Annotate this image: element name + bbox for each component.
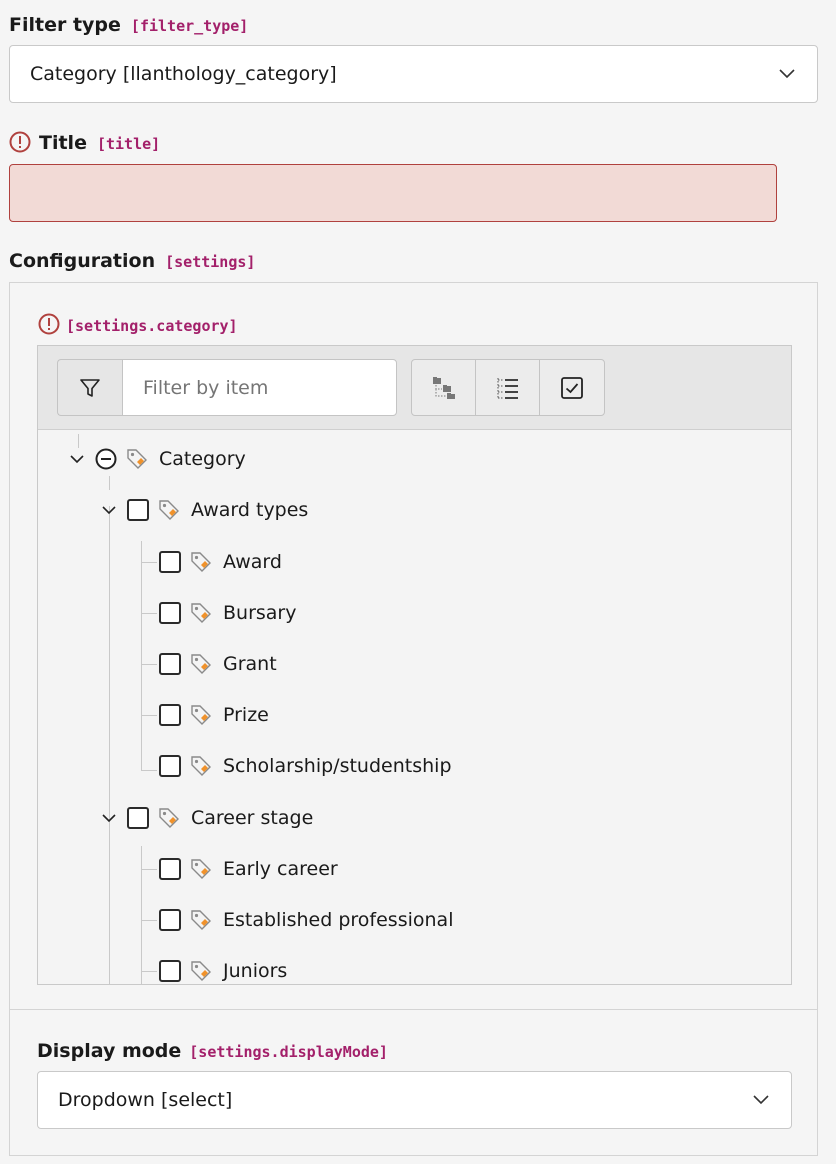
configuration-key: [settings] (165, 253, 256, 271)
display-mode-label: Display mode [settings.displayMode] (37, 1040, 388, 1062)
tree-node-scholarship[interactable]: Scholarship/studentship (159, 750, 452, 782)
chevron-down-icon (753, 1095, 769, 1105)
tree-node-early-career[interactable]: Early career (159, 853, 338, 885)
tree-checkbox[interactable] (159, 602, 181, 624)
tree-actions (411, 359, 605, 416)
tree-node-label: Bursary (223, 602, 297, 624)
title-input[interactable] (9, 164, 777, 222)
filter-type-value: Category [llanthology_category] (30, 63, 337, 85)
error-icon (9, 131, 31, 153)
tree-node-label: Early career (223, 858, 338, 880)
expand-collapse-icon (432, 376, 455, 399)
tree-checkbox[interactable] (159, 960, 181, 982)
tree-checkbox[interactable] (159, 653, 181, 675)
chevron-down-icon[interactable] (99, 500, 119, 520)
tree-checkbox[interactable] (159, 909, 181, 931)
chevron-down-icon[interactable] (67, 449, 87, 469)
filter-button[interactable] (57, 359, 122, 416)
tree-node-label: Category (159, 448, 246, 470)
tree-checkbox[interactable] (159, 755, 181, 777)
display-mode-key: [settings.displayMode] (189, 1043, 388, 1061)
tree-node-label: Award (223, 551, 282, 573)
list-tree-icon (497, 377, 518, 399)
tree-node-category[interactable]: Category (67, 443, 246, 475)
expand-collapse-button[interactable] (412, 360, 476, 415)
filter-input[interactable] (122, 359, 397, 416)
tree-node-label: Juniors (223, 960, 288, 982)
category-tree: Category Award types Award Bursary Grant (37, 345, 792, 985)
tree-checkbox[interactable] (159, 551, 181, 573)
tree-node-label: Prize (223, 704, 269, 726)
tree-toolbar (38, 346, 791, 430)
tag-icon (159, 500, 179, 520)
tag-icon (191, 603, 211, 623)
tree-node-label: Career stage (191, 807, 314, 829)
display-mode-value: Dropdown [select] (58, 1089, 233, 1111)
tag-icon (191, 552, 211, 572)
filter-type-key: [filter_type] (130, 17, 249, 35)
display-mode-select[interactable]: Dropdown [select] (37, 1071, 792, 1129)
filter-type-select[interactable]: Category [llanthology_category] (9, 45, 818, 103)
tree-node-award-types[interactable]: Award types (99, 494, 308, 526)
tree-checkbox[interactable] (159, 704, 181, 726)
list-tree-button[interactable] (476, 360, 540, 415)
tree-node-label: Award types (191, 499, 309, 521)
configuration-panel: [settings.category] Filter by item Categ… (9, 282, 818, 1156)
chevron-down-icon[interactable] (99, 808, 119, 828)
tree-node-grant[interactable]: Grant (159, 648, 277, 680)
tree-node-established-professional[interactable]: Established professional (159, 904, 453, 936)
configuration-label: Configuration [settings] (9, 250, 256, 272)
tag-icon (191, 756, 211, 776)
divider (10, 1009, 817, 1010)
tag-icon (191, 910, 211, 930)
tag-icon (191, 859, 211, 879)
tree-node-label: Grant (223, 653, 277, 675)
tag-icon (127, 449, 147, 469)
tree-checkbox[interactable] (127, 807, 149, 829)
category-setting-label: [settings.category] (38, 313, 238, 337)
chevron-down-icon (779, 69, 795, 79)
checkbox-toggle-button[interactable] (540, 360, 604, 415)
checkbox-toggle-icon (561, 376, 583, 399)
title-label: Title [title] (9, 131, 160, 156)
title-key: [title] (96, 135, 161, 153)
partial-select-icon[interactable] (95, 448, 117, 470)
tree-checkbox[interactable] (159, 858, 181, 880)
tree-node-label: Scholarship/studentship (223, 755, 452, 777)
tag-icon (191, 961, 211, 981)
tag-icon (191, 654, 211, 674)
tree-node-juniors[interactable]: Juniors (159, 955, 288, 984)
filter-icon (80, 378, 100, 397)
tree-node-bursary[interactable]: Bursary (159, 597, 297, 629)
tree-checkbox[interactable] (127, 499, 149, 521)
tag-icon (159, 808, 179, 828)
tree-node-award[interactable]: Award (159, 546, 282, 578)
tree-node-career-stage[interactable]: Career stage (99, 802, 313, 834)
filter-type-label: Filter type [filter_type] (9, 14, 249, 36)
tree-node-prize[interactable]: Prize (159, 699, 269, 731)
error-icon (38, 313, 60, 335)
tree-node-label: Established professional (223, 909, 454, 931)
tag-icon (191, 705, 211, 725)
